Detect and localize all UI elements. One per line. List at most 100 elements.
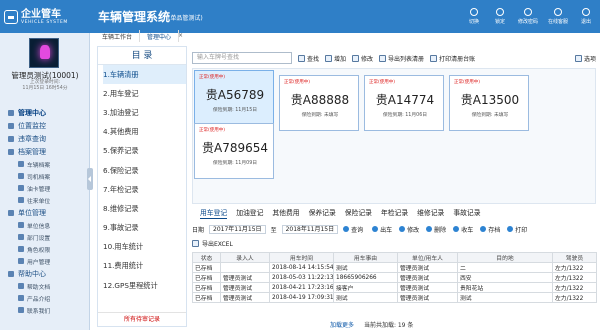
options-button[interactable]: 选项 [574,54,596,63]
app-title: 车辆管理系统 [98,10,171,24]
find-button[interactable]: 查找 [298,54,319,63]
tab-vehicle-workbench[interactable]: 车辆工作台 [95,30,141,42]
archive-button[interactable]: 存档 [480,225,500,234]
end-date-field[interactable]: 2018年11月15日 [281,224,339,234]
tab-car-registration[interactable]: 用车登记 [200,207,228,219]
directory-item-car-statistics[interactable]: 10.用车统计 [103,238,186,257]
sidebar-item-management-center[interactable]: 管理中心 [0,106,90,119]
table-cell: 左力/1322 [552,292,597,303]
return-car-button[interactable]: 收车 [453,225,473,234]
table-cell: 管理员测试 [397,292,458,303]
search-icon [343,226,350,232]
sidebar-item-violation-query[interactable]: 违章查询 [0,132,90,145]
sidebar-item-role-permissions[interactable]: 角色权限 [0,243,90,255]
load-more-link[interactable]: 加载更多 [330,322,354,329]
tab-inspection-records[interactable]: 年检记录 [381,207,408,219]
sidebar-item-partners[interactable]: 往来单位 [0,194,90,206]
vehicle-card[interactable]: 正常(使用中) 贵A88888 保险到期: 未填写 [279,75,359,131]
edit-record-button[interactable]: 修改 [399,225,419,234]
sidebar-subitem-label: 司机档案 [27,174,51,181]
directory-item-car-registration[interactable]: 2.用车登记 [103,84,186,103]
directory-item-gps-mileage[interactable]: 12.GPS里程统计 [103,276,186,295]
sidebar-item-driver-archive[interactable]: 司机档案 [0,170,90,182]
sidebar-item-user-management[interactable]: 用户管理 [0,255,90,267]
vehicle-card[interactable]: 正常(使用中) 贵A56789 保险到期: 11月15日 [194,70,274,126]
sidebar-item-fuel-card-management[interactable]: 油卡管理 [0,182,90,194]
table-cell: 管理员测试 [397,282,458,293]
pending-records-link[interactable]: 所有待审记录 [98,312,186,326]
table-row[interactable]: 已存档 管理员测试 2018-04-19 17:09:31 测试 管理员测试 测试 左力/1… [192,292,597,303]
vehicle-card[interactable]: 正常(使用中) 贵A14774 保险到期: 11月06日 [364,75,444,131]
directory-item-repair-records[interactable]: 8.维修记录 [103,199,186,218]
close-tab-icon[interactable]: × [178,32,183,39]
change-password-button[interactable]: 修改密码 [518,8,538,25]
sidebar-item-product-intro[interactable]: 产品介绍 [0,292,90,304]
insurance-expiry: 保险到期: 未填写 [471,113,509,118]
table-header-row: 状态 录入人 用车时间 用车事由 单位/用车人 目的地 驾驶员 [192,252,597,263]
search-input[interactable]: 输入车牌号查找 [192,52,292,64]
depart-button[interactable]: 出车 [372,225,392,234]
directory-item-accident-records[interactable]: 9.事故记录 [103,219,186,238]
directory-item-insurance-records[interactable]: 6.保险记录 [103,161,186,180]
record-tabs: 用车登记 加油登记 其他费用 保养记录 保险记录 年检记录 维修记录 事故记录 [192,207,596,219]
sidebar-item-label: 管理中心 [18,108,46,117]
tab-management-center[interactable]: 管理中心 [140,30,180,42]
tab-accident-records[interactable]: 事故记录 [453,207,480,219]
plus-icon [372,226,379,232]
vehicle-toolbar: 输入车牌号查找 查找 增加 修改 导出列表清册 打印清册台账 选项 [192,49,596,67]
car-icon [4,10,18,24]
table-row[interactable]: 已存档 2018-08-14 14:15:54 测试 管理员测试二左力/1322 [192,262,597,273]
directory-item-maintenance-records[interactable]: 5.保养记录 [103,142,186,161]
table-row[interactable]: 已存档 管理员测试 2018-04-21 17:23:16 接客户 管理员测试 贵阳花站左… [192,282,597,293]
start-date-field[interactable]: 2017年11月15日 [209,224,266,234]
directory-item-fee-statistics[interactable]: 11.费用统计 [103,257,186,276]
directory-item-other-fees[interactable]: 4.其他费用 [103,123,186,142]
support-icon [553,8,562,16]
table-cell: 已存档 [192,282,221,293]
directory-item-vehicle-list[interactable]: 1.车辆清册 [103,65,186,85]
plus-icon [325,54,333,62]
sidebar-item-location-monitor[interactable]: 位置监控 [0,119,90,132]
sidebar-item-contact-us[interactable]: 联系我们 [0,304,90,316]
logout-button[interactable]: 退出 [578,8,594,25]
lock-button[interactable]: 锁定 [492,8,508,25]
sidebar-item-unit-management[interactable]: 单位管理 [0,206,90,219]
vehicle-card[interactable]: 正常(使用中) 贵A789654 保险到期: 11月09日 [194,123,274,179]
sidebar-item-unit-info[interactable]: 单位信息 [0,219,90,231]
record-table-wrap: 状态 录入人 用车时间 用车事由 单位/用车人 目的地 驾驶员 已存档 2018-… [192,252,597,318]
export-list-button[interactable]: 导出列表清册 [379,54,424,63]
sidebar-menu: 管理中心 位置监控 违章查询 档案管理 车辆档案 司机档案 油卡管理 往来单位 … [0,106,90,316]
sidebar-item-vehicle-archive[interactable]: 车辆档案 [0,158,90,170]
query-button[interactable]: 查询 [343,225,363,234]
export-excel-button[interactable]: 导出EXCEL [192,239,233,248]
directory-item-inspection-records[interactable]: 7.年检记录 [103,180,186,199]
table-cell: 贵阳花站 [457,282,553,293]
print-button[interactable]: 打印 [507,225,527,234]
vehicle-card[interactable]: 正常(使用中) 贵A13500 保险到期: 未填写 [449,75,529,131]
add-button[interactable]: 增加 [325,54,346,63]
sidebar-item-archive-management[interactable]: 档案管理 [0,145,90,158]
delete-button[interactable]: 删除 [426,225,446,234]
role-icon [18,246,24,252]
tab-insurance-records[interactable]: 保险记录 [345,207,372,219]
print-ledger-button[interactable]: 打印清册台账 [430,54,475,63]
tab-other-fees[interactable]: 其他费用 [272,207,299,219]
directory-item-fuel-registration[interactable]: 3.加油登记 [103,103,186,122]
tab-fuel-registration[interactable]: 加油登记 [236,207,263,219]
sidebar-collapse-toggle[interactable] [87,168,93,190]
table-cell [220,262,270,273]
sidebar-item-department-settings[interactable]: 部门设置 [0,231,90,243]
table-cell: 2018-04-21 17:23:16 [269,282,334,293]
table-row[interactable]: 已存档 管理员测试 2018-05-03 11:22:13 18665906266 管理… [192,272,597,283]
sidebar-item-help-center[interactable]: 帮助中心 [0,267,90,280]
query-button-label: 查询 [351,226,364,234]
tab-repair-records[interactable]: 维修记录 [417,207,444,219]
edit-button[interactable]: 修改 [352,54,373,63]
switch-button[interactable]: 切换 [466,8,482,25]
table-cell: 西安 [457,272,553,283]
online-support-button[interactable]: 在线客服 [548,8,568,25]
table-cell: 管理员测试 [397,272,458,283]
sidebar-item-help-docs[interactable]: 帮助文档 [0,280,90,292]
sidebar-subitem-label: 车辆档案 [27,162,51,169]
tab-maintenance-records[interactable]: 保养记录 [309,207,336,219]
